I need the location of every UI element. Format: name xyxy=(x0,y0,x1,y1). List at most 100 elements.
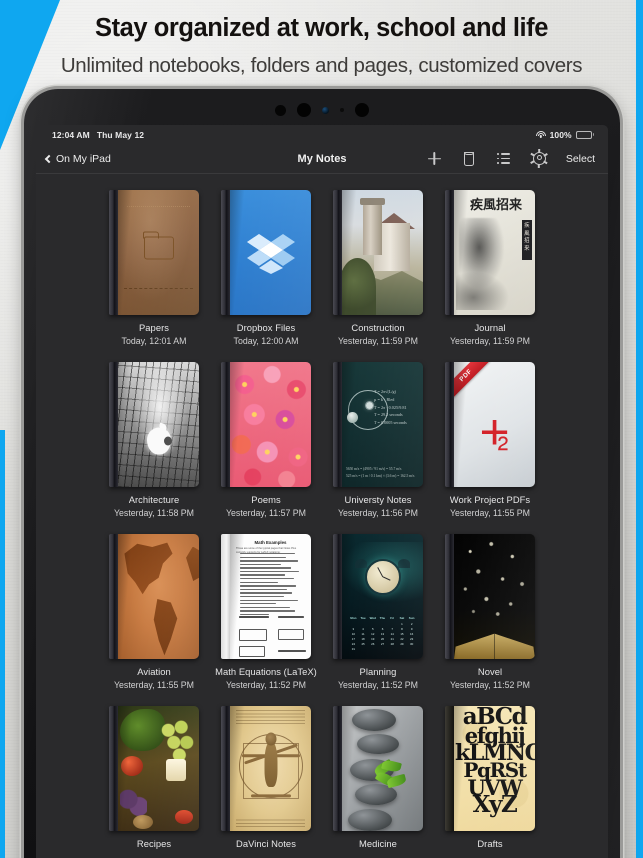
folder-icon xyxy=(142,231,174,259)
back-button[interactable]: On My iPad xyxy=(44,153,111,165)
cover-document-bullets xyxy=(240,553,304,617)
calendar-day: 4 xyxy=(362,627,364,631)
cover-art-latex-document: Math Examples Those are some of the typi… xyxy=(230,534,311,659)
notebook-item[interactable]: DaVinci Notes xyxy=(210,706,322,858)
notebook-cover[interactable]: ⨧ PDF xyxy=(445,362,535,487)
notebook-spine xyxy=(221,190,230,315)
plus-icon[interactable] xyxy=(426,150,443,167)
ipad-screen: 12:04 AM Thu May 12 100% On My iPad My N… xyxy=(36,125,608,858)
navigation-bar: On My iPad My Notes Select xyxy=(36,144,608,174)
alphabet-row: efghij xyxy=(464,722,526,748)
notebook-icon[interactable] xyxy=(461,150,478,167)
select-button[interactable]: Select xyxy=(566,153,595,165)
notebook-grid: Papers Today, 12:01 AM Dropbox Files Tod… xyxy=(36,190,608,858)
calendar-day: 21 xyxy=(390,637,394,641)
notebook-item[interactable]: ⨧ PDF Work Project PDFs Yesterday, 11:55… xyxy=(434,362,546,534)
right-edge-accent-strip xyxy=(636,0,643,858)
calendar-day: 11 xyxy=(361,632,365,636)
notebook-spine xyxy=(333,362,342,487)
calendar-day: 14 xyxy=(390,632,394,636)
notebook-date: Yesterday, 11:52 PM xyxy=(449,680,531,690)
notebook-item[interactable]: Math Examples Those are some of the typi… xyxy=(210,534,322,706)
notebook-spine xyxy=(333,190,342,315)
notebook-spine xyxy=(109,534,118,659)
calendar-days-grid: 1 2 3 4 5 6 7 8 9 10 11 12 13 14 15 16 17 18 19 20 21 22 23 24 2… xyxy=(349,622,416,651)
notebook-cover[interactable] xyxy=(109,706,199,831)
notebook-spine xyxy=(445,362,454,487)
notebook-cover[interactable] xyxy=(333,190,423,315)
calendar-day xyxy=(359,622,368,626)
notebook-item[interactable]: Novel Yesterday, 11:52 PM xyxy=(434,534,546,706)
notebook-spine xyxy=(109,362,118,487)
notebook-title: Construction xyxy=(351,322,405,333)
notebook-item[interactable]: Dropbox Files Today, 12:00 AM xyxy=(210,190,322,362)
cover-art-world-map xyxy=(118,534,199,659)
notebook-item[interactable]: Aviation Yesterday, 11:55 PM xyxy=(98,534,210,706)
notebook-date: Yesterday, 11:57 PM xyxy=(225,508,307,518)
calendar-day: 22 xyxy=(400,637,404,641)
notebook-cover[interactable] xyxy=(445,534,535,659)
chevron-left-icon xyxy=(44,154,54,163)
alphabet-row: UVW xyxy=(467,774,523,800)
calendar-day: 18 xyxy=(361,637,365,641)
notebook-cover[interactable]: Mon Tue Wed Thu Fri Sat Sun 1 2 3 4 5 6 7 8 9 10 11 12 13 1… xyxy=(333,534,423,659)
notebook-cover[interactable] xyxy=(109,190,199,315)
cover-art-sumi-ink: 疾風招来 疾風招来 xyxy=(454,190,535,315)
notebook-grid-scroll[interactable]: Papers Today, 12:01 AM Dropbox Files Tod… xyxy=(36,174,608,858)
notebook-item[interactable]: Papers Today, 12:01 AM xyxy=(98,190,210,362)
cover-art-clock-calendar: Mon Tue Wed Thu Fri Sat Sun 1 2 3 4 5 6 7 8 9 10 11 12 13 1… xyxy=(342,534,423,659)
calendar-day xyxy=(378,622,387,626)
notebook-cover[interactable] xyxy=(221,190,311,315)
notebook-cover[interactable] xyxy=(221,706,311,831)
notebook-item[interactable]: Medicine xyxy=(322,706,434,858)
notebook-date: Yesterday, 11:52 PM xyxy=(337,680,419,690)
notebook-item[interactable]: T = 2π√(L/g) µ = k · Rled T = 2π · 0.025… xyxy=(322,362,434,534)
calendar-day xyxy=(349,622,358,626)
notebook-spine xyxy=(333,706,342,831)
notebook-date: Yesterday, 11:55 PM xyxy=(449,508,531,518)
notebook-cover[interactable] xyxy=(221,362,311,487)
notebook-date: Yesterday, 11:52 PM xyxy=(225,680,307,690)
calendar-day: 9 xyxy=(410,627,413,631)
notebook-title: Math Equations (LaTeX) xyxy=(215,666,317,677)
notebook-spine xyxy=(221,534,230,659)
calendar-day: 1 xyxy=(401,622,403,626)
notebook-item[interactable]: Architecture Yesterday, 11:58 PM xyxy=(98,362,210,534)
list-icon[interactable] xyxy=(496,150,513,167)
notebook-cover[interactable] xyxy=(109,362,199,487)
notebook-title: Planning xyxy=(359,666,397,677)
alphabet-row: kLMNO xyxy=(455,740,535,767)
gear-icon[interactable] xyxy=(530,149,548,168)
notebook-title: Architecture xyxy=(128,494,180,505)
notebook-spine xyxy=(333,534,342,659)
notebook-item[interactable]: Recipes xyxy=(98,706,210,858)
front-camera-icon xyxy=(322,106,329,114)
cover-formula-text: T = 2π√(L/g) µ = k · Rled T = 2π · 0.025… xyxy=(374,389,407,426)
dropbox-logo-icon xyxy=(246,233,295,274)
calendar-day: 13 xyxy=(380,632,385,636)
calendar-day: 24 xyxy=(351,642,355,646)
alphabet-row: PqRSt xyxy=(463,758,527,783)
calendar-day: 19 xyxy=(371,637,375,641)
calendar-weekday: Fri xyxy=(390,616,395,620)
cover-art-leather-folder xyxy=(118,190,199,315)
notebook-cover[interactable]: aBCd efghij kLMNO PqRSt UVW XyZ xyxy=(445,706,535,831)
notebook-cover[interactable] xyxy=(109,534,199,659)
notebook-cover[interactable]: Math Examples Those are some of the typi… xyxy=(221,534,311,659)
notebook-item[interactable]: Construction Yesterday, 11:59 PM xyxy=(322,190,434,362)
notebook-cover[interactable]: T = 2π√(L/g) µ = k · Rled T = 2π · 0.025… xyxy=(333,362,423,487)
notebook-item[interactable]: 疾風招来 疾風招来 Journal Yesterday, 11:59 PM xyxy=(434,190,546,362)
notebook-item[interactable]: Poems Yesterday, 11:57 PM xyxy=(210,362,322,534)
battery-full-icon xyxy=(575,130,594,139)
calendar-weekday: Mon xyxy=(350,616,357,620)
calendar-weekday: Wed xyxy=(369,616,376,620)
cover-art-flowers xyxy=(230,362,311,487)
notebook-spine xyxy=(445,190,454,315)
notebook-title: Universty Notes xyxy=(344,494,412,505)
notebook-cover[interactable] xyxy=(333,706,423,831)
notebook-item[interactable]: aBCd efghij kLMNO PqRSt UVW XyZ Drafts xyxy=(434,706,546,858)
notebook-date: Today, 12:00 AM xyxy=(233,336,299,346)
calendar-day: 16 xyxy=(410,632,414,636)
notebook-item[interactable]: Mon Tue Wed Thu Fri Sat Sun 1 2 3 4 5 6 7 8 9 10 11 12 13 1… xyxy=(322,534,434,706)
notebook-cover[interactable]: 疾風招来 疾風招来 xyxy=(445,190,535,315)
